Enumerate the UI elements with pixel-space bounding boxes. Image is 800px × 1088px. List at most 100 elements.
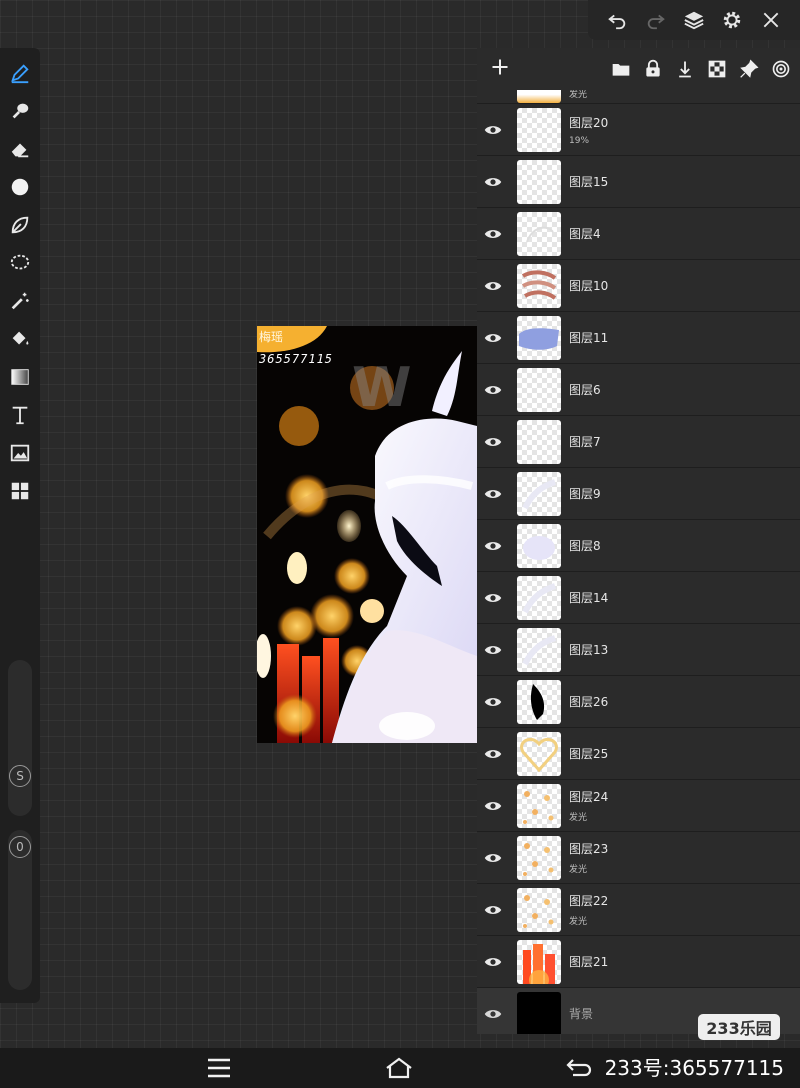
layer-sub-label: 19% bbox=[569, 135, 590, 146]
layer-row[interactable]: 图层9 bbox=[477, 468, 800, 520]
layer-thumbnail bbox=[517, 783, 561, 828]
visibility-eye-icon[interactable] bbox=[477, 589, 509, 607]
layer-thumbnail bbox=[517, 887, 561, 932]
layer-name: 图层23 bbox=[569, 842, 609, 856]
left-toolbar: S 0 bbox=[0, 48, 40, 1003]
layer-row[interactable]: 图层21 bbox=[477, 936, 800, 988]
visibility-eye-icon[interactable] bbox=[477, 849, 509, 867]
visibility-eye-icon[interactable] bbox=[477, 121, 509, 139]
add-layer-icon[interactable] bbox=[485, 54, 515, 84]
layer-name: 图层22 bbox=[569, 894, 609, 908]
layer-name: 图层7 bbox=[569, 435, 601, 449]
visibility-eye-icon[interactable] bbox=[477, 1005, 509, 1023]
close-icon[interactable] bbox=[759, 8, 783, 32]
layer-row[interactable]: 图层23 发光 bbox=[477, 832, 800, 884]
layers-icon[interactable] bbox=[682, 8, 706, 32]
visibility-eye-icon[interactable] bbox=[477, 225, 509, 243]
top-toolbar bbox=[588, 0, 800, 40]
layer-thumbnail bbox=[517, 419, 561, 464]
layer-row[interactable]: 图层7 bbox=[477, 416, 800, 468]
layer-row[interactable]: 图层13 bbox=[477, 624, 800, 676]
layer-name: 图层14 bbox=[569, 591, 609, 605]
svg-text:W: W bbox=[352, 356, 412, 419]
watermark-logo: 233乐园 bbox=[698, 1014, 780, 1040]
layer-row[interactable]: 图层15 bbox=[477, 156, 800, 208]
layer-name: 背景 bbox=[569, 1007, 594, 1021]
layer-thumbnail bbox=[517, 575, 561, 620]
layer-list: 发光 图层20 19% 图层15 图层4 图层10 图层11 图层6 图层7 图层9 图层8 图层1… bbox=[477, 90, 800, 1034]
layer-name: 图层21 bbox=[569, 955, 609, 969]
opacity-slider[interactable]: 0 bbox=[8, 830, 32, 990]
home-icon[interactable] bbox=[384, 1054, 414, 1082]
pin-icon[interactable] bbox=[738, 58, 760, 80]
layer-thumbnail bbox=[517, 211, 561, 256]
artwork-canvas[interactable]: W 梅瑶 365577115 bbox=[257, 326, 477, 743]
layer-row[interactable]: 图层25 bbox=[477, 728, 800, 780]
text-tool-icon[interactable] bbox=[5, 400, 35, 430]
settings-icon[interactable] bbox=[720, 8, 744, 32]
artwork-top-text: 梅瑶 bbox=[259, 330, 284, 344]
visibility-eye-icon[interactable] bbox=[477, 329, 509, 347]
brush-size-slider[interactable]: S bbox=[8, 660, 32, 816]
visibility-eye-icon[interactable] bbox=[477, 277, 509, 295]
visibility-eye-icon[interactable] bbox=[477, 173, 509, 191]
pen-tool-icon[interactable] bbox=[5, 58, 35, 88]
grid-panels-icon[interactable] bbox=[5, 476, 35, 506]
layer-name: 图层13 bbox=[569, 643, 609, 657]
layer-thumbnail bbox=[517, 107, 561, 152]
visibility-eye-icon[interactable] bbox=[477, 901, 509, 919]
menu-icon[interactable] bbox=[204, 1054, 234, 1082]
layer-row[interactable]: 图层8 bbox=[477, 520, 800, 572]
layer-name: 图层26 bbox=[569, 695, 609, 709]
leaf-shape-icon[interactable] bbox=[5, 210, 35, 240]
back-icon[interactable] bbox=[564, 1054, 594, 1082]
folder-icon[interactable] bbox=[610, 58, 632, 80]
layer-row[interactable]: 图层22 发光 bbox=[477, 884, 800, 936]
layer-row[interactable]: 图层11 bbox=[477, 312, 800, 364]
visibility-eye-icon[interactable] bbox=[477, 641, 509, 659]
lock-icon[interactable] bbox=[642, 58, 664, 80]
visibility-eye-icon[interactable] bbox=[477, 953, 509, 971]
layer-name: 图层25 bbox=[569, 747, 609, 761]
layer-row[interactable]: 图层10 bbox=[477, 260, 800, 312]
layer-name: 图层11 bbox=[569, 331, 609, 345]
visibility-eye-icon[interactable] bbox=[477, 485, 509, 503]
visibility-eye-icon[interactable] bbox=[477, 433, 509, 451]
layer-thumbnail bbox=[517, 939, 561, 984]
redo-icon[interactable] bbox=[644, 8, 668, 32]
layer-thumbnail bbox=[517, 315, 561, 360]
layer-thumbnail bbox=[517, 835, 561, 880]
visibility-eye-icon[interactable] bbox=[477, 537, 509, 555]
image-import-icon[interactable] bbox=[5, 438, 35, 468]
checkerboard-icon[interactable] bbox=[706, 58, 728, 80]
visibility-eye-icon[interactable] bbox=[477, 745, 509, 763]
eraser-tool-icon[interactable] bbox=[5, 134, 35, 164]
layer-name: 图层24 bbox=[569, 790, 609, 804]
layer-row[interactable]: 图层24 发光 bbox=[477, 780, 800, 832]
undo-icon[interactable] bbox=[605, 8, 629, 32]
size-slider-knob[interactable]: S bbox=[9, 765, 31, 787]
magic-wand-icon[interactable] bbox=[5, 286, 35, 316]
layer-row[interactable]: 图层26 bbox=[477, 676, 800, 728]
visibility-eye-icon[interactable] bbox=[477, 797, 509, 815]
layer-row[interactable]: 图层6 bbox=[477, 364, 800, 416]
layer-row[interactable]: 图层4 bbox=[477, 208, 800, 260]
layer-row-partial[interactable]: 发光 bbox=[477, 90, 800, 104]
opacity-slider-knob[interactable]: 0 bbox=[9, 836, 31, 858]
layer-thumbnail bbox=[517, 367, 561, 412]
visibility-eye-icon[interactable] bbox=[477, 381, 509, 399]
artwork-id-text: 365577115 bbox=[259, 352, 334, 366]
layer-thumbnail bbox=[517, 90, 561, 103]
brush-size-dot-icon[interactable] bbox=[5, 172, 35, 202]
merge-down-icon[interactable] bbox=[674, 58, 696, 80]
visibility-eye-icon[interactable] bbox=[477, 693, 509, 711]
smudge-tool-icon[interactable] bbox=[5, 96, 35, 126]
fill-bucket-icon[interactable] bbox=[5, 324, 35, 354]
layer-row[interactable]: 图层20 19% bbox=[477, 104, 800, 156]
layer-name: 图层15 bbox=[569, 175, 609, 189]
layer-sub-label: 发光 bbox=[569, 917, 588, 927]
target-icon[interactable] bbox=[770, 58, 792, 80]
lasso-select-icon[interactable] bbox=[5, 248, 35, 278]
layer-row[interactable]: 图层14 bbox=[477, 572, 800, 624]
gradient-icon[interactable] bbox=[5, 362, 35, 392]
